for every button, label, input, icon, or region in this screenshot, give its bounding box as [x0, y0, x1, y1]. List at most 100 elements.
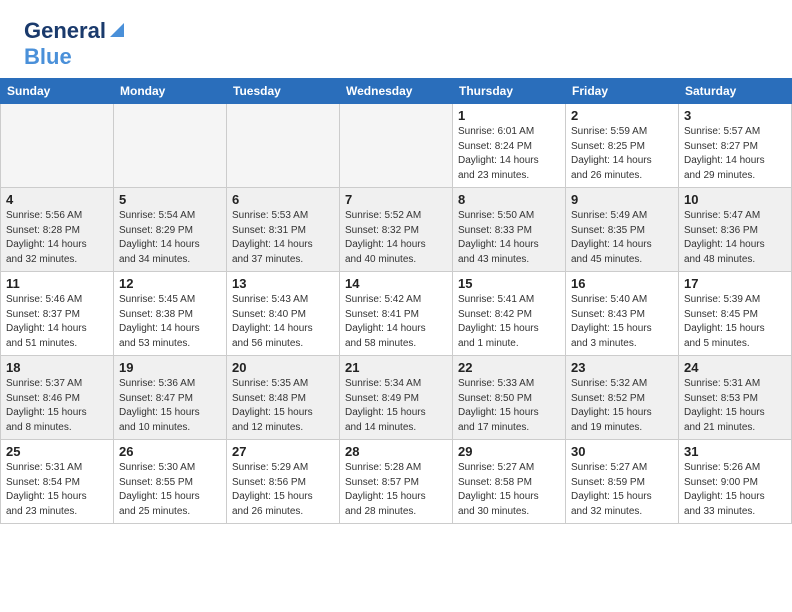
day-number: 15 — [458, 276, 560, 291]
calendar-cell: 30 Sunrise: 5:27 AM Sunset: 8:59 PM Dayli… — [566, 440, 679, 524]
day-number: 5 — [119, 192, 221, 207]
calendar-cell: 12Sunrise: 5:45 AM Sunset: 8:38 PM Dayli… — [114, 272, 227, 356]
calendar-cell: 15 Sunrise: 5:41 AM Sunset: 8:42 PM Dayli… — [453, 272, 566, 356]
day-number: 9 — [571, 192, 673, 207]
day-info: Sunrise: 5:33 AM Sunset: 8:50 PM Dayligh… — [458, 377, 560, 435]
day-number: 13 — [232, 276, 334, 291]
header: General Blue — [0, 0, 792, 78]
day-number: 30 — [571, 444, 673, 459]
calendar-cell: 22 Sunrise: 5:33 AM Sunset: 8:50 PM Dayli… — [453, 356, 566, 440]
day-info: Sunrise: 5:37 AM Sunset: 8:46 PM Dayligh… — [6, 377, 108, 435]
day-number: 12 — [119, 276, 221, 291]
calendar-cell: 28 Sunrise: 5:28 AM Sunset: 8:57 PM Dayli… — [340, 440, 453, 524]
day-number: 8 — [458, 192, 560, 207]
day-info: Sunrise: 5:26 AM Sunset: 9:00 PM Dayligh… — [684, 461, 786, 519]
day-info: Sunrise: 5:35 AM Sunset: 8:48 PM Dayligh… — [232, 377, 334, 435]
logo-triangle-icon — [108, 21, 126, 44]
column-header-wednesday: Wednesday — [340, 79, 453, 104]
day-info: Sunrise: 5:49 AM Sunset: 8:35 PM Dayligh… — [571, 209, 673, 267]
calendar-cell: 1 Sunrise: 6:01 AM Sunset: 8:24 PM Daylig… — [453, 104, 566, 188]
calendar-cell — [340, 104, 453, 188]
day-info: Sunrise: 5:50 AM Sunset: 8:33 PM Dayligh… — [458, 209, 560, 267]
column-header-sunday: Sunday — [1, 79, 114, 104]
day-info: Sunrise: 5:52 AM Sunset: 8:32 PM Dayligh… — [345, 209, 447, 267]
day-number: 26 — [119, 444, 221, 459]
day-info: Sunrise: 5:29 AM Sunset: 8:56 PM Dayligh… — [232, 461, 334, 519]
day-number: 10 — [684, 192, 786, 207]
day-info: Sunrise: 5:54 AM Sunset: 8:29 PM Dayligh… — [119, 209, 221, 267]
day-number: 19 — [119, 360, 221, 375]
day-number: 6 — [232, 192, 334, 207]
day-number: 11 — [6, 276, 108, 291]
day-info: Sunrise: 5:34 AM Sunset: 8:49 PM Dayligh… — [345, 377, 447, 435]
calendar-cell: 8 Sunrise: 5:50 AM Sunset: 8:33 PM Daylig… — [453, 188, 566, 272]
calendar-week-row: 1 Sunrise: 6:01 AM Sunset: 8:24 PM Daylig… — [1, 104, 792, 188]
calendar-week-row: 25Sunrise: 5:31 AM Sunset: 8:54 PM Dayli… — [1, 440, 792, 524]
calendar-week-row: 11 Sunrise: 5:46 AM Sunset: 8:37 PM Dayli… — [1, 272, 792, 356]
calendar-cell: 5 Sunrise: 5:54 AM Sunset: 8:29 PM Daylig… — [114, 188, 227, 272]
calendar-cell: 10Sunrise: 5:47 AM Sunset: 8:36 PM Dayli… — [679, 188, 792, 272]
day-number: 24 — [684, 360, 786, 375]
calendar-header-row: SundayMondayTuesdayWednesdayThursdayFrid… — [1, 79, 792, 104]
calendar-cell: 9 Sunrise: 5:49 AM Sunset: 8:35 PM Daylig… — [566, 188, 679, 272]
day-number: 4 — [6, 192, 108, 207]
day-number: 22 — [458, 360, 560, 375]
calendar-cell: 25Sunrise: 5:31 AM Sunset: 8:54 PM Dayli… — [1, 440, 114, 524]
logo-general: General — [24, 18, 106, 44]
day-number: 16 — [571, 276, 673, 291]
logo-blue: Blue — [24, 44, 72, 69]
day-info: Sunrise: 5:46 AM Sunset: 8:37 PM Dayligh… — [6, 293, 108, 351]
calendar-cell: 31 Sunrise: 5:26 AM Sunset: 9:00 PM Dayli… — [679, 440, 792, 524]
day-number: 20 — [232, 360, 334, 375]
calendar-cell: 20 Sunrise: 5:35 AM Sunset: 8:48 PM Dayli… — [227, 356, 340, 440]
calendar-cell — [1, 104, 114, 188]
day-number: 28 — [345, 444, 447, 459]
calendar-cell: 19 Sunrise: 5:36 AM Sunset: 8:47 PM Dayli… — [114, 356, 227, 440]
column-header-tuesday: Tuesday — [227, 79, 340, 104]
day-number: 2 — [571, 108, 673, 123]
calendar-cell: 24 Sunrise: 5:31 AM Sunset: 8:53 PM Dayli… — [679, 356, 792, 440]
column-header-monday: Monday — [114, 79, 227, 104]
day-info: Sunrise: 5:39 AM Sunset: 8:45 PM Dayligh… — [684, 293, 786, 351]
day-info: Sunrise: 5:28 AM Sunset: 8:57 PM Dayligh… — [345, 461, 447, 519]
calendar-week-row: 4 Sunrise: 5:56 AM Sunset: 8:28 PM Daylig… — [1, 188, 792, 272]
calendar-cell: 4 Sunrise: 5:56 AM Sunset: 8:28 PM Daylig… — [1, 188, 114, 272]
day-number: 1 — [458, 108, 560, 123]
calendar-cell: 14Sunrise: 5:42 AM Sunset: 8:41 PM Dayli… — [340, 272, 453, 356]
calendar-cell: 13Sunrise: 5:43 AM Sunset: 8:40 PM Dayli… — [227, 272, 340, 356]
day-number: 21 — [345, 360, 447, 375]
calendar-week-row: 18Sunrise: 5:37 AM Sunset: 8:46 PM Dayli… — [1, 356, 792, 440]
day-info: Sunrise: 5:53 AM Sunset: 8:31 PM Dayligh… — [232, 209, 334, 267]
day-number: 27 — [232, 444, 334, 459]
calendar-cell: 21 Sunrise: 5:34 AM Sunset: 8:49 PM Dayli… — [340, 356, 453, 440]
day-info: Sunrise: 5:57 AM Sunset: 8:27 PM Dayligh… — [684, 125, 786, 183]
day-info: Sunrise: 5:36 AM Sunset: 8:47 PM Dayligh… — [119, 377, 221, 435]
day-info: Sunrise: 5:56 AM Sunset: 8:28 PM Dayligh… — [6, 209, 108, 267]
day-number: 7 — [345, 192, 447, 207]
calendar-cell — [114, 104, 227, 188]
column-header-saturday: Saturday — [679, 79, 792, 104]
column-header-thursday: Thursday — [453, 79, 566, 104]
day-info: Sunrise: 6:01 AM Sunset: 8:24 PM Dayligh… — [458, 125, 560, 183]
column-header-friday: Friday — [566, 79, 679, 104]
day-number: 31 — [684, 444, 786, 459]
day-number: 14 — [345, 276, 447, 291]
day-info: Sunrise: 5:59 AM Sunset: 8:25 PM Dayligh… — [571, 125, 673, 183]
day-info: Sunrise: 5:40 AM Sunset: 8:43 PM Dayligh… — [571, 293, 673, 351]
day-info: Sunrise: 5:27 AM Sunset: 8:59 PM Dayligh… — [571, 461, 673, 519]
day-info: Sunrise: 5:41 AM Sunset: 8:42 PM Dayligh… — [458, 293, 560, 351]
day-info: Sunrise: 5:30 AM Sunset: 8:55 PM Dayligh… — [119, 461, 221, 519]
day-info: Sunrise: 5:31 AM Sunset: 8:53 PM Dayligh… — [684, 377, 786, 435]
calendar-cell: 6 Sunrise: 5:53 AM Sunset: 8:31 PM Daylig… — [227, 188, 340, 272]
calendar-cell: 27 Sunrise: 5:29 AM Sunset: 8:56 PM Dayli… — [227, 440, 340, 524]
calendar-cell: 23Sunrise: 5:32 AM Sunset: 8:52 PM Dayli… — [566, 356, 679, 440]
calendar-cell: 3Sunrise: 5:57 AM Sunset: 8:27 PM Daylig… — [679, 104, 792, 188]
calendar: SundayMondayTuesdayWednesdayThursdayFrid… — [0, 78, 792, 524]
day-info: Sunrise: 5:27 AM Sunset: 8:58 PM Dayligh… — [458, 461, 560, 519]
calendar-cell — [227, 104, 340, 188]
calendar-cell: 29Sunrise: 5:27 AM Sunset: 8:58 PM Dayli… — [453, 440, 566, 524]
calendar-cell: 2 Sunrise: 5:59 AM Sunset: 8:25 PM Daylig… — [566, 104, 679, 188]
logo: General Blue — [24, 18, 126, 70]
day-number: 23 — [571, 360, 673, 375]
calendar-cell: 17Sunrise: 5:39 AM Sunset: 8:45 PM Dayli… — [679, 272, 792, 356]
